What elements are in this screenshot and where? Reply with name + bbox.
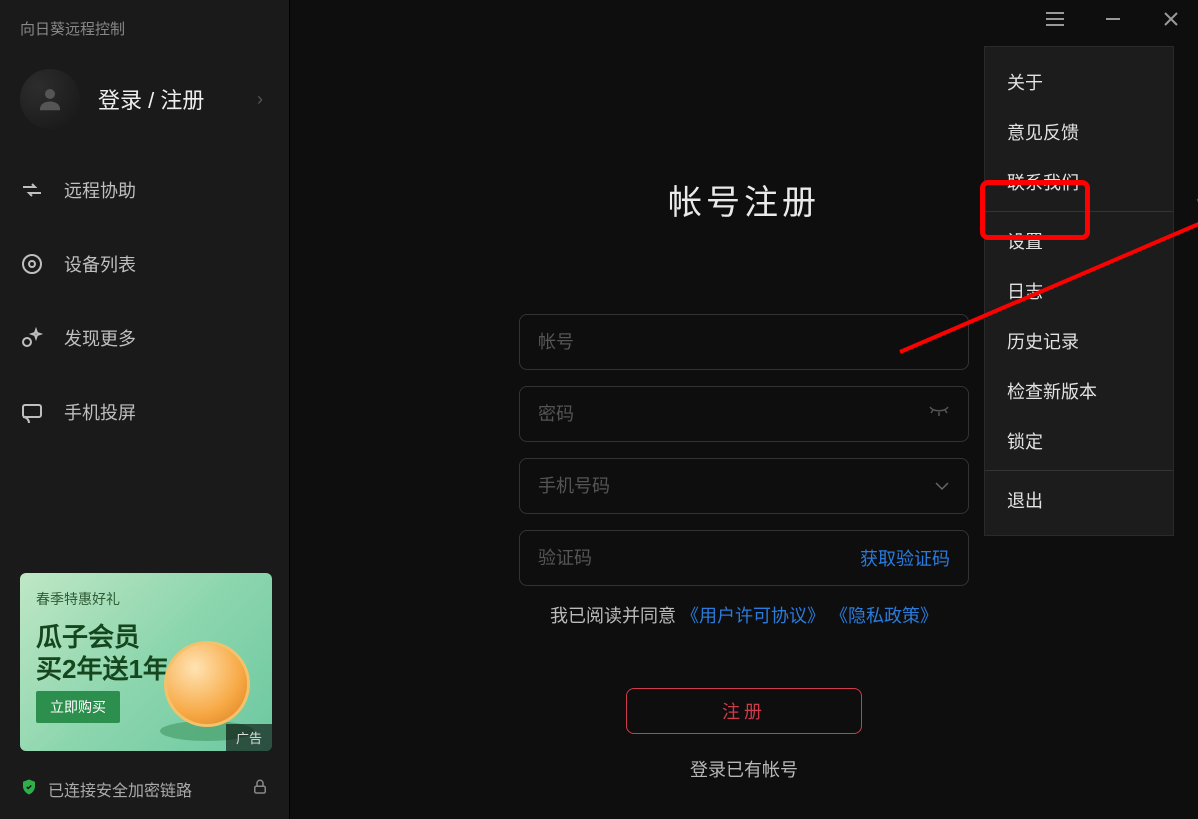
sidebar-item-label: 设备列表 [64, 251, 136, 277]
lock-icon[interactable] [251, 778, 269, 801]
main-area: 帐号注册 获取验证码 我已阅读并同意 [290, 0, 1198, 819]
password-input[interactable] [538, 404, 928, 425]
status-text: 已连接安全加密链路 [48, 777, 192, 801]
cast-icon [20, 400, 44, 424]
code-input[interactable] [538, 548, 860, 569]
sidebar-item-device-list[interactable]: 设备列表 [0, 227, 289, 301]
code-field[interactable]: 获取验证码 [519, 530, 969, 586]
register-form: 帐号注册 获取验证码 我已阅读并同意 [519, 175, 969, 782]
promo-line2: 买2年送1年 [36, 649, 169, 686]
form-title: 帐号注册 [519, 175, 969, 224]
login-existing-link[interactable]: 登录已有帐号 [519, 756, 969, 782]
ad-badge: 广告 [226, 724, 272, 751]
license-link[interactable]: 《用户许可协议》 [681, 606, 825, 626]
sidebar-item-remote-assist[interactable]: 远程协助 [0, 153, 289, 227]
password-field[interactable] [519, 386, 969, 442]
menu-about[interactable]: 关于 [985, 57, 1173, 107]
menu-logs[interactable]: 日志 [985, 266, 1173, 316]
person-icon [35, 84, 65, 114]
phone-field[interactable] [519, 458, 969, 514]
swap-icon [20, 178, 44, 202]
promo-tag: 春季特惠好礼 [36, 589, 120, 609]
menu-exit[interactable]: 退出 [985, 475, 1173, 525]
register-button[interactable]: 注册 [626, 688, 862, 734]
menu-feedback[interactable]: 意见反馈 [985, 107, 1173, 157]
menu-settings[interactable]: 设置 [985, 216, 1173, 266]
eye-closed-icon[interactable] [928, 405, 950, 423]
menu-divider [985, 470, 1173, 471]
chevron-down-icon[interactable] [934, 478, 950, 495]
promo-cta: 立即购买 [36, 691, 120, 723]
sidebar-item-label: 手机投屏 [64, 399, 136, 425]
phone-input[interactable] [538, 476, 934, 497]
devices-icon [20, 252, 44, 276]
menu-lock[interactable]: 锁定 [985, 416, 1173, 466]
minimize-icon[interactable] [1098, 10, 1128, 33]
status-bar: 已连接安全加密链路 [0, 765, 289, 819]
sparkles-icon [20, 326, 44, 350]
menu-contact[interactable]: 联系我们 [985, 157, 1173, 207]
sidebar-login-row[interactable]: 登录 / 注册 › [0, 51, 289, 153]
avatar [20, 69, 80, 129]
sidebar: 向日葵远程控制 登录 / 注册 › 远程协助 设备列表 [0, 0, 290, 819]
hamburger-dropdown: 关于 意见反馈 联系我们 设置 日志 历史记录 检查新版本 锁定 退出 [984, 46, 1174, 536]
sidebar-item-label: 远程协助 [64, 177, 136, 203]
privacy-link[interactable]: 《隐私政策》 [830, 606, 938, 626]
sidebar-spacer [0, 449, 289, 573]
account-field[interactable] [519, 314, 969, 370]
login-register-label: 登录 / 注册 [98, 83, 251, 115]
menu-check-update[interactable]: 检查新版本 [985, 366, 1173, 416]
close-icon[interactable] [1156, 11, 1186, 32]
sidebar-item-label: 发现更多 [64, 325, 136, 351]
sidebar-item-phone-cast[interactable]: 手机投屏 [0, 375, 289, 449]
shield-check-icon [20, 778, 38, 801]
chevron-right-icon: › [251, 89, 269, 110]
agreement-text: 我已阅读并同意 《用户许可协议》 《隐私政策》 [519, 602, 969, 628]
menu-divider [985, 211, 1173, 212]
window-controls [1040, 10, 1186, 33]
get-code-link[interactable]: 获取验证码 [860, 545, 950, 571]
agree-prefix: 我已阅读并同意 [550, 606, 676, 626]
account-input[interactable] [538, 332, 950, 353]
promo-coin-icon [164, 641, 250, 727]
promo-banner[interactable]: 春季特惠好礼 瓜子会员 买2年送1年 立即购买 广告 [20, 573, 272, 751]
menu-history[interactable]: 历史记录 [985, 316, 1173, 366]
app-title: 向日葵远程控制 [0, 0, 289, 51]
hamburger-menu-icon[interactable] [1040, 11, 1070, 32]
app-root: 向日葵远程控制 登录 / 注册 › 远程协助 设备列表 [0, 0, 1198, 819]
sidebar-item-discover[interactable]: 发现更多 [0, 301, 289, 375]
